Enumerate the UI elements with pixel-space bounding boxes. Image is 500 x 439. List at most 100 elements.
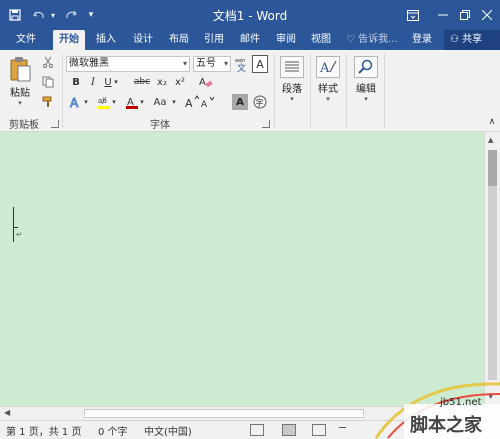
font-group-label: 字体 <box>150 120 170 131</box>
tab-references[interactable]: 引用 <box>198 30 230 50</box>
font-size-value: 五号 <box>196 58 216 69</box>
document-canvas[interactable] <box>0 132 484 406</box>
shrink-font-icon[interactable]: A <box>200 94 216 110</box>
strikethrough-button[interactable]: abc <box>132 74 152 90</box>
change-case-label: Aa <box>153 96 167 108</box>
enclose-characters-icon[interactable]: 字 <box>252 94 268 110</box>
paragraph-mark-icon: ↵ <box>16 230 23 239</box>
paste-dropdown-icon: ▾ <box>18 99 22 107</box>
zoom-out-icon[interactable]: − <box>338 421 347 434</box>
text-effects-dropdown-icon[interactable]: ▾ <box>82 94 90 110</box>
group-separator <box>62 54 63 128</box>
font-dialog-launcher-icon[interactable] <box>262 120 270 128</box>
character-border-label: A <box>256 57 264 71</box>
share-label: 共享 <box>462 34 483 45</box>
bold-button[interactable]: B <box>68 74 84 90</box>
group-separator <box>274 54 275 128</box>
ribbon-display-options-icon[interactable] <box>400 4 426 26</box>
character-shading-button[interactable]: A <box>232 94 248 110</box>
format-painter-icon[interactable] <box>40 94 56 110</box>
word-count-status[interactable]: 0 个字 <box>98 423 128 438</box>
paragraph-button[interactable]: 段落 ▾ <box>280 56 304 103</box>
font-size-combo[interactable]: 五号 ▾ <box>193 56 231 72</box>
tab-layout[interactable]: 布局 <box>163 30 195 50</box>
clipboard-icon <box>10 57 31 82</box>
horizontal-scroll-thumb[interactable] <box>84 409 364 418</box>
language-status[interactable]: 中文(中国) <box>144 423 192 438</box>
phonetic-guide-icon[interactable]: wén 文 <box>234 55 250 73</box>
title-bar: ▾ ▾ 文档1 - Word <box>0 0 500 30</box>
ribbon-tab-bar: 文件 开始 插入 设计 布局 引用 邮件 审阅 视图 ♡ 告诉我... 登录 ⚇… <box>0 30 500 50</box>
styles-button[interactable]: A 样式 ▾ <box>316 56 340 103</box>
print-layout-icon[interactable] <box>282 424 296 436</box>
tab-design[interactable]: 设计 <box>127 30 159 50</box>
font-name-dropdown-icon: ▾ <box>182 59 187 68</box>
group-separator <box>310 54 311 128</box>
svg-text:A: A <box>201 100 208 109</box>
tab-insert[interactable]: 插入 <box>90 30 122 50</box>
paste-button[interactable]: 粘贴 ▾ <box>8 56 32 107</box>
highlight-dropdown-icon[interactable]: ▾ <box>110 94 118 110</box>
svg-text:wén: wén <box>235 57 245 64</box>
ribbon-home: 粘贴 ▾ 剪贴板 微软雅黑 ▾ 五号 ▾ wén 文 A B I U ▾ abc … <box>0 50 500 132</box>
login-button[interactable]: 登录 <box>412 30 432 50</box>
editing-button[interactable]: 编辑 ▾ <box>354 56 378 103</box>
tab-review[interactable]: 审阅 <box>270 30 302 50</box>
margin-corner-mark <box>13 227 18 228</box>
group-separator <box>384 54 385 128</box>
font-name-combo[interactable]: 微软雅黑 ▾ <box>66 56 190 72</box>
page-count-status[interactable]: 第 1 页，共 1 页 <box>6 423 81 438</box>
copy-icon[interactable] <box>40 74 56 90</box>
share-button[interactable]: ⚇ 共享 <box>444 30 500 50</box>
text-cursor <box>13 207 14 242</box>
styles-icon: A <box>316 56 340 78</box>
font-name-value: 微软雅黑 <box>69 58 109 69</box>
editing-dropdown-icon: ▾ <box>364 95 368 103</box>
svg-text:字: 字 <box>256 98 264 108</box>
magnifier-icon <box>354 56 378 78</box>
scroll-up-icon[interactable]: ▲ <box>488 136 493 144</box>
change-case-button[interactable]: Aa <box>150 94 170 110</box>
clear-formatting-icon[interactable]: A <box>198 74 214 90</box>
italic-button[interactable]: I <box>85 74 101 90</box>
font-color-dropdown-icon[interactable]: ▾ <box>138 94 146 110</box>
svg-text:A: A <box>185 97 193 109</box>
styles-dropdown-icon: ▾ <box>326 95 330 103</box>
svg-text:A: A <box>319 61 330 76</box>
tell-me-label: 告诉我... <box>358 34 398 45</box>
collapse-ribbon-icon[interactable]: ∧ <box>484 114 500 130</box>
underline-dropdown-icon[interactable]: ▾ <box>112 74 120 90</box>
font-size-dropdown-icon: ▾ <box>223 59 228 68</box>
scroll-left-icon[interactable]: ◀ <box>4 408 10 417</box>
watermark-site-name: 脚本之家 <box>410 415 482 436</box>
vertical-scroll-thumb[interactable] <box>488 150 497 186</box>
tab-file[interactable]: 文件 <box>10 30 42 50</box>
svg-text:A: A <box>70 96 79 109</box>
tab-mailings[interactable]: 邮件 <box>234 30 266 50</box>
grow-font-icon[interactable]: A <box>184 94 200 110</box>
cut-icon[interactable] <box>40 54 56 70</box>
superscript-button[interactable]: x² <box>172 74 188 90</box>
web-layout-icon[interactable] <box>312 424 326 436</box>
lightbulb-icon: ♡ <box>346 34 359 45</box>
subscript-button[interactable]: x₂ <box>154 74 170 90</box>
clipboard-group-label: 剪贴板 <box>9 120 39 131</box>
paste-label: 粘贴 <box>10 88 30 99</box>
svg-text:A: A <box>199 77 206 88</box>
watermark-url: jb51.net <box>440 397 482 408</box>
tab-view[interactable]: 视图 <box>305 30 337 50</box>
character-border-button[interactable]: A <box>252 55 268 73</box>
styles-label: 样式 <box>318 84 338 95</box>
tell-me-search[interactable]: ♡ 告诉我... <box>346 30 398 50</box>
change-case-dropdown-icon[interactable]: ▾ <box>170 94 178 110</box>
group-separator <box>346 54 347 128</box>
editing-label: 编辑 <box>356 84 376 95</box>
paragraph-label: 段落 <box>282 84 302 95</box>
read-mode-icon[interactable] <box>250 424 264 436</box>
close-icon[interactable] <box>474 4 500 26</box>
paragraph-dropdown-icon: ▾ <box>290 95 294 103</box>
paragraph-icon <box>280 56 304 78</box>
clipboard-dialog-launcher-icon[interactable] <box>51 120 59 128</box>
tab-home[interactable]: 开始 <box>53 30 85 50</box>
person-icon: ⚇ <box>450 34 463 45</box>
